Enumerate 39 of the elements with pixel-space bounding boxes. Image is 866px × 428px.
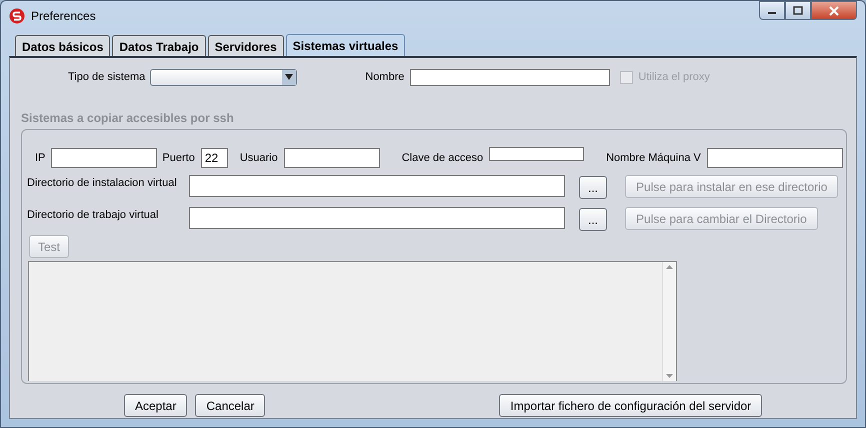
text-field[interactable] bbox=[706, 148, 843, 168]
path-field[interactable] bbox=[189, 207, 565, 229]
tab[interactable]: Datos básicos bbox=[15, 35, 110, 56]
field-label: IP bbox=[35, 150, 46, 166]
dialog-button[interactable]: Aceptar bbox=[124, 394, 188, 417]
scroll-down-icon[interactable] bbox=[666, 374, 673, 378]
close-button[interactable] bbox=[811, 1, 857, 20]
field-label: Directorio de trabajo virtual bbox=[27, 208, 160, 223]
text-field[interactable] bbox=[489, 147, 584, 161]
field-label: Nombre bbox=[365, 70, 404, 85]
browse-button[interactable]: ... bbox=[579, 208, 608, 231]
maximize-button[interactable] bbox=[785, 1, 811, 20]
scroll-up-icon[interactable] bbox=[666, 265, 673, 269]
window-title: Preferences bbox=[31, 8, 96, 25]
dialog-button[interactable]: Cancelar bbox=[195, 394, 266, 417]
path-field[interactable] bbox=[189, 175, 565, 197]
close-icon bbox=[828, 6, 840, 16]
field-label: Tipo de sistema bbox=[68, 70, 146, 85]
tab[interactable]: Servidores bbox=[208, 35, 284, 56]
system-type-dropdown[interactable] bbox=[150, 68, 298, 86]
tab[interactable]: Sistemas virtuales bbox=[286, 34, 406, 56]
field-label: Directorio de instalacion virtual bbox=[27, 176, 178, 191]
app-icon bbox=[9, 8, 25, 24]
text-field[interactable] bbox=[51, 148, 158, 168]
browse-button[interactable]: ... bbox=[579, 176, 608, 199]
import-button[interactable]: Importar fichero de configuración del servidor bbox=[499, 394, 762, 417]
minimize-button[interactable] bbox=[759, 1, 785, 20]
caret-icon bbox=[285, 74, 294, 80]
text-field[interactable] bbox=[284, 148, 380, 168]
maximize-icon bbox=[793, 6, 803, 15]
tab[interactable]: Datos Trabajo bbox=[112, 35, 206, 56]
field-label: Nombre Máquina V bbox=[606, 150, 701, 166]
name-field[interactable] bbox=[410, 68, 610, 86]
field-label: Puerto bbox=[162, 150, 195, 166]
group-title: Sistemas a copiar accesibles por ssh bbox=[21, 110, 235, 127]
field-label: Usuario bbox=[240, 150, 278, 166]
text-field[interactable]: 22 bbox=[200, 148, 228, 168]
checkbox-label: Utiliza el proxy bbox=[638, 70, 710, 85]
field-label: Clave de acceso bbox=[402, 150, 484, 166]
